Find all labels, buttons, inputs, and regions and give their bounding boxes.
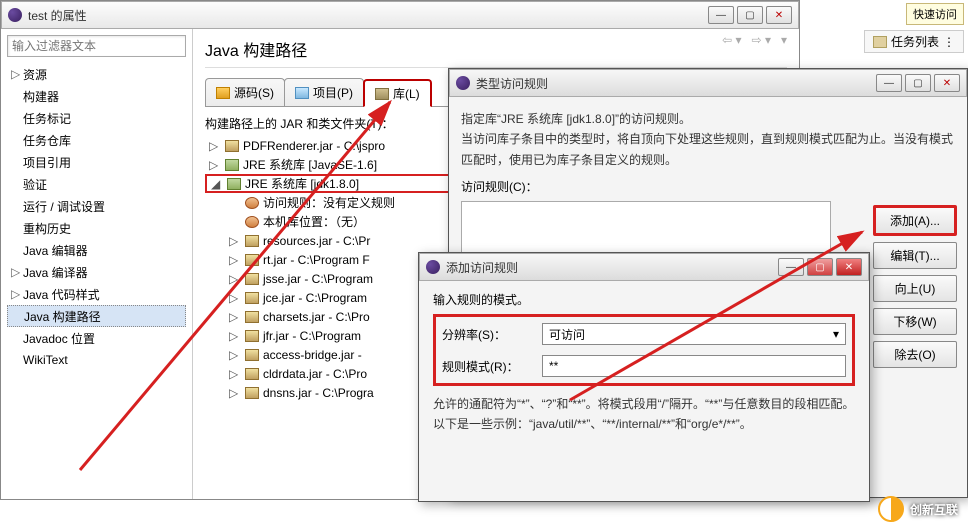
resolution-label: 分辨率(S)：: [442, 326, 542, 343]
tab-project[interactable]: 项目(P): [284, 78, 364, 106]
edit-button[interactable]: 编辑(T)...: [873, 242, 957, 269]
caret-icon: ▷: [209, 139, 221, 153]
caret-icon: ▷: [229, 386, 241, 400]
sidebar-item[interactable]: ▷Java 代码样式: [7, 283, 186, 305]
tab-library[interactable]: 库(L): [363, 79, 432, 107]
caret-icon: ▷: [209, 158, 221, 172]
sidebar-item[interactable]: Javadoc 位置: [7, 327, 186, 349]
sidebar-tree: ▷资源构建器任务标记任务仓库项目引用验证运行 / 调试设置重构历史Java 编辑…: [7, 63, 186, 371]
jar-icon: [245, 368, 259, 380]
dlg3-titlebar[interactable]: 添加访问规则 — ▢ ✕: [419, 253, 869, 281]
main-titlebar[interactable]: test 的属性 — ▢ ✕: [1, 1, 799, 29]
caret-icon: ▷: [11, 287, 23, 301]
down-button[interactable]: 下移(W): [873, 308, 957, 335]
dlg2-desc1: 指定库“JRE 系统库 [jdk1.8.0]”的访问规则。: [461, 109, 955, 129]
caret-icon: ▷: [229, 234, 241, 248]
jar-icon: [225, 140, 239, 152]
caret-icon: ▷: [229, 272, 241, 286]
jar-icon: [245, 311, 259, 323]
sidebar-item[interactable]: 项目引用: [7, 151, 186, 173]
nav-arrows[interactable]: ⇦ ▾ ⇨ ▾ ▾: [722, 33, 787, 47]
jar-icon: [245, 330, 259, 342]
quick-access-tooltip: 快速访问: [906, 3, 964, 25]
rules-label: 访问规则(C)：: [461, 178, 955, 195]
jar-icon: [245, 273, 259, 285]
sidebar-item[interactable]: Java 构建路径: [7, 305, 186, 327]
jar-icon: [245, 254, 259, 266]
jar-icon: [245, 292, 259, 304]
caret-icon: ▷: [229, 348, 241, 362]
sidebar-item[interactable]: 构建器: [7, 85, 186, 107]
maximize-button[interactable]: ▢: [905, 74, 931, 92]
dlg3-title: 添加访问规则: [446, 259, 778, 276]
remove-button[interactable]: 除去(O): [873, 341, 957, 368]
jar-icon: [227, 178, 241, 190]
watermark: 创新互联: [878, 496, 958, 522]
caret-icon: ▷: [229, 253, 241, 267]
tasklist-tab[interactable]: 任务列表 ⋮: [864, 30, 964, 53]
sidebar-item[interactable]: 验证: [7, 173, 186, 195]
dlg2-title: 类型访问规则: [476, 75, 876, 92]
jar-icon: [245, 235, 259, 247]
sidebar-item[interactable]: 重构历史: [7, 217, 186, 239]
up-button[interactable]: 向上(U): [873, 275, 957, 302]
caret-icon: ◢: [211, 177, 223, 191]
close-button[interactable]: ✕: [934, 74, 960, 92]
eclipse-icon: [456, 76, 470, 90]
dlg3-intro: 输入规则的模式。: [433, 291, 855, 308]
minimize-button[interactable]: —: [708, 6, 734, 24]
caret-icon: ▷: [11, 265, 23, 279]
chevron-down-icon: ▾: [833, 327, 839, 341]
dlg3-help2: 以下是一些示例：“java/util/**”、“**/internal/**”和…: [433, 414, 855, 434]
caret-icon: ▷: [229, 367, 241, 381]
dlg2-desc2: 当访问库子条目中的类型时，将自顶向下处理这些规则，直到规则模式匹配为止。当没有模…: [461, 129, 955, 170]
sidebar-item[interactable]: ▷Java 编译器: [7, 261, 186, 283]
close-button[interactable]: ✕: [766, 6, 792, 24]
dlg2-buttons: 添加(A)... 编辑(T)... 向上(U) 下移(W) 除去(O): [873, 205, 957, 368]
add-button[interactable]: 添加(A)...: [873, 205, 957, 236]
eclipse-icon: [8, 8, 22, 22]
maximize-button[interactable]: ▢: [737, 6, 763, 24]
jar-icon: [245, 216, 259, 228]
eclipse-icon: [426, 260, 440, 274]
pattern-label: 规则模式(R)：: [442, 358, 542, 375]
project-icon: [295, 87, 309, 99]
maximize-button[interactable]: ▢: [807, 258, 833, 276]
sidebar-item[interactable]: Java 编辑器: [7, 239, 186, 261]
library-icon: [375, 88, 389, 100]
sidebar-item[interactable]: ▷资源: [7, 63, 186, 85]
caret-icon: ▷: [229, 329, 241, 343]
highlighted-form: 分辨率(S)： 可访问 ▾ 规则模式(R)： **: [433, 314, 855, 386]
jar-icon: [225, 159, 239, 171]
sidebar-item[interactable]: 运行 / 调试设置: [7, 195, 186, 217]
dropdown-icon: ⋮: [943, 35, 955, 49]
sidebar-item[interactable]: 任务仓库: [7, 129, 186, 151]
filter-input[interactable]: [7, 35, 186, 57]
resolution-select[interactable]: 可访问 ▾: [542, 323, 846, 345]
sidebar-item[interactable]: WikiText: [7, 349, 186, 371]
tab-source[interactable]: 源码(S): [205, 78, 285, 106]
add-access-rule-dialog: 添加访问规则 — ▢ ✕ 输入规则的模式。 分辨率(S)： 可访问 ▾ 规则模式…: [418, 252, 870, 502]
source-folder-icon: [216, 87, 230, 99]
pattern-input[interactable]: **: [542, 355, 846, 377]
dlg2-titlebar[interactable]: 类型访问规则 — ▢ ✕: [449, 69, 967, 97]
caret-icon: ▷: [229, 291, 241, 305]
jar-icon: [245, 197, 259, 209]
minimize-button[interactable]: —: [778, 258, 804, 276]
watermark-icon: [878, 496, 904, 522]
jar-icon: [245, 349, 259, 361]
caret-icon: ▷: [229, 310, 241, 324]
sidebar: ▷资源构建器任务标记任务仓库项目引用验证运行 / 调试设置重构历史Java 编辑…: [1, 29, 193, 499]
caret-icon: ▷: [11, 67, 23, 81]
close-button[interactable]: ✕: [836, 258, 862, 276]
jar-icon: [245, 387, 259, 399]
dlg3-help1: 允许的通配符为“*”、“?”和“**”。将模式段用“/”隔开。“**”与任意数目…: [433, 394, 855, 414]
minimize-button[interactable]: —: [876, 74, 902, 92]
sidebar-item[interactable]: 任务标记: [7, 107, 186, 129]
window-title: test 的属性: [28, 7, 708, 24]
tasklist-icon: [873, 36, 887, 48]
page-title: Java 构建路径: [205, 37, 787, 68]
